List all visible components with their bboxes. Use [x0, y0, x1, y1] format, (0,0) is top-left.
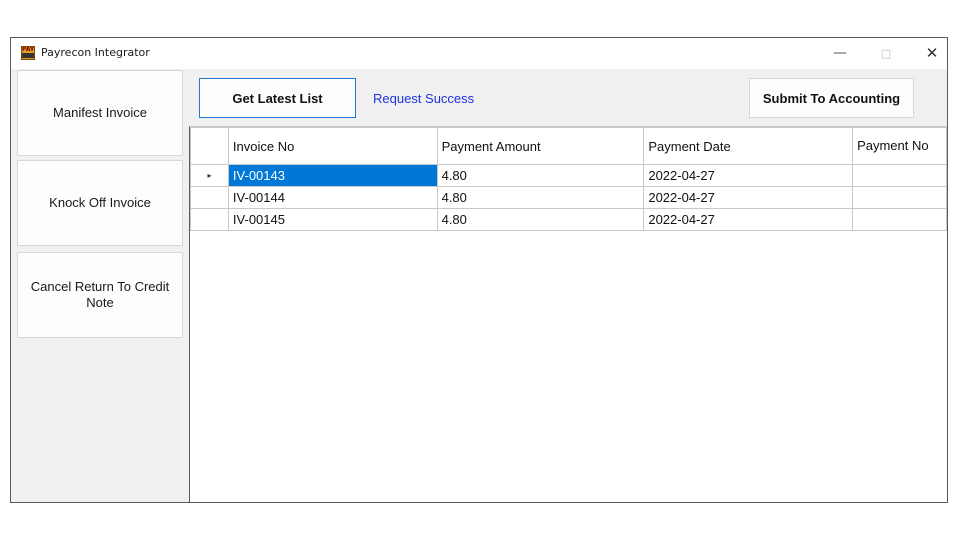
- get-latest-list-button[interactable]: Get Latest List: [199, 78, 356, 118]
- cancel-return-to-credit-note-button[interactable]: Cancel Return To Credit Note: [17, 252, 183, 338]
- payment-date-cell[interactable]: 2022-04-27: [643, 186, 854, 209]
- column-header-payment-amount[interactable]: Payment Amount: [436, 127, 645, 165]
- invoice-grid[interactable]: Invoice No Payment Amount Payment Date P…: [189, 126, 947, 502]
- row-header[interactable]: [190, 186, 229, 209]
- payment-no-cell[interactable]: [852, 208, 947, 231]
- close-icon[interactable]: ✕: [909, 38, 947, 69]
- table-row[interactable]: IV-00145 4.80 2022-04-27: [190, 208, 947, 231]
- title-bar[interactable]: PAY Payrecon Integrator — □ ✕: [11, 38, 947, 69]
- payment-date-cell[interactable]: 2022-04-27: [643, 164, 854, 187]
- window-title: Payrecon Integrator: [41, 46, 150, 59]
- invoice-no-cell[interactable]: IV-00145: [227, 208, 438, 231]
- knock-off-invoice-button[interactable]: Knock Off Invoice: [17, 160, 183, 246]
- submit-to-accounting-button[interactable]: Submit To Accounting: [749, 78, 914, 118]
- payrecon-app-icon: PAY: [21, 46, 35, 60]
- client-area: Manifest Invoice Knock Off Invoice Cance…: [11, 69, 947, 502]
- status-label: Request Success: [373, 91, 475, 106]
- invoice-table: Invoice No Payment Amount Payment Date P…: [190, 127, 947, 231]
- column-header-invoice-no[interactable]: Invoice No: [227, 127, 438, 165]
- app-window: PAY Payrecon Integrator — □ ✕ Manifest I…: [10, 37, 948, 503]
- invoice-no-cell[interactable]: IV-00143: [227, 164, 438, 187]
- payment-amount-cell[interactable]: 4.80: [436, 164, 645, 187]
- column-header-payment-no[interactable]: Payment No: [852, 127, 947, 165]
- table-row[interactable]: ▸ IV-00143 4.80 2022-04-27: [190, 164, 947, 187]
- payment-amount-cell[interactable]: 4.80: [436, 186, 645, 209]
- column-header-payment-date[interactable]: Payment Date: [643, 127, 854, 165]
- row-header[interactable]: [190, 208, 229, 231]
- table-row[interactable]: IV-00144 4.80 2022-04-27: [190, 186, 947, 209]
- payment-date-cell[interactable]: 2022-04-27: [643, 208, 854, 231]
- payment-amount-cell[interactable]: 4.80: [436, 208, 645, 231]
- manifest-invoice-button[interactable]: Manifest Invoice: [17, 70, 183, 156]
- invoice-no-cell[interactable]: IV-00144: [227, 186, 438, 209]
- maximize-icon[interactable]: □: [863, 38, 909, 69]
- minimize-icon[interactable]: —: [817, 38, 863, 69]
- row-header-corner: [190, 127, 229, 165]
- payment-no-cell[interactable]: [852, 186, 947, 209]
- payment-no-cell[interactable]: [852, 164, 947, 187]
- header-row: Invoice No Payment Amount Payment Date P…: [190, 127, 947, 165]
- current-row-indicator-icon[interactable]: ▸: [190, 164, 229, 187]
